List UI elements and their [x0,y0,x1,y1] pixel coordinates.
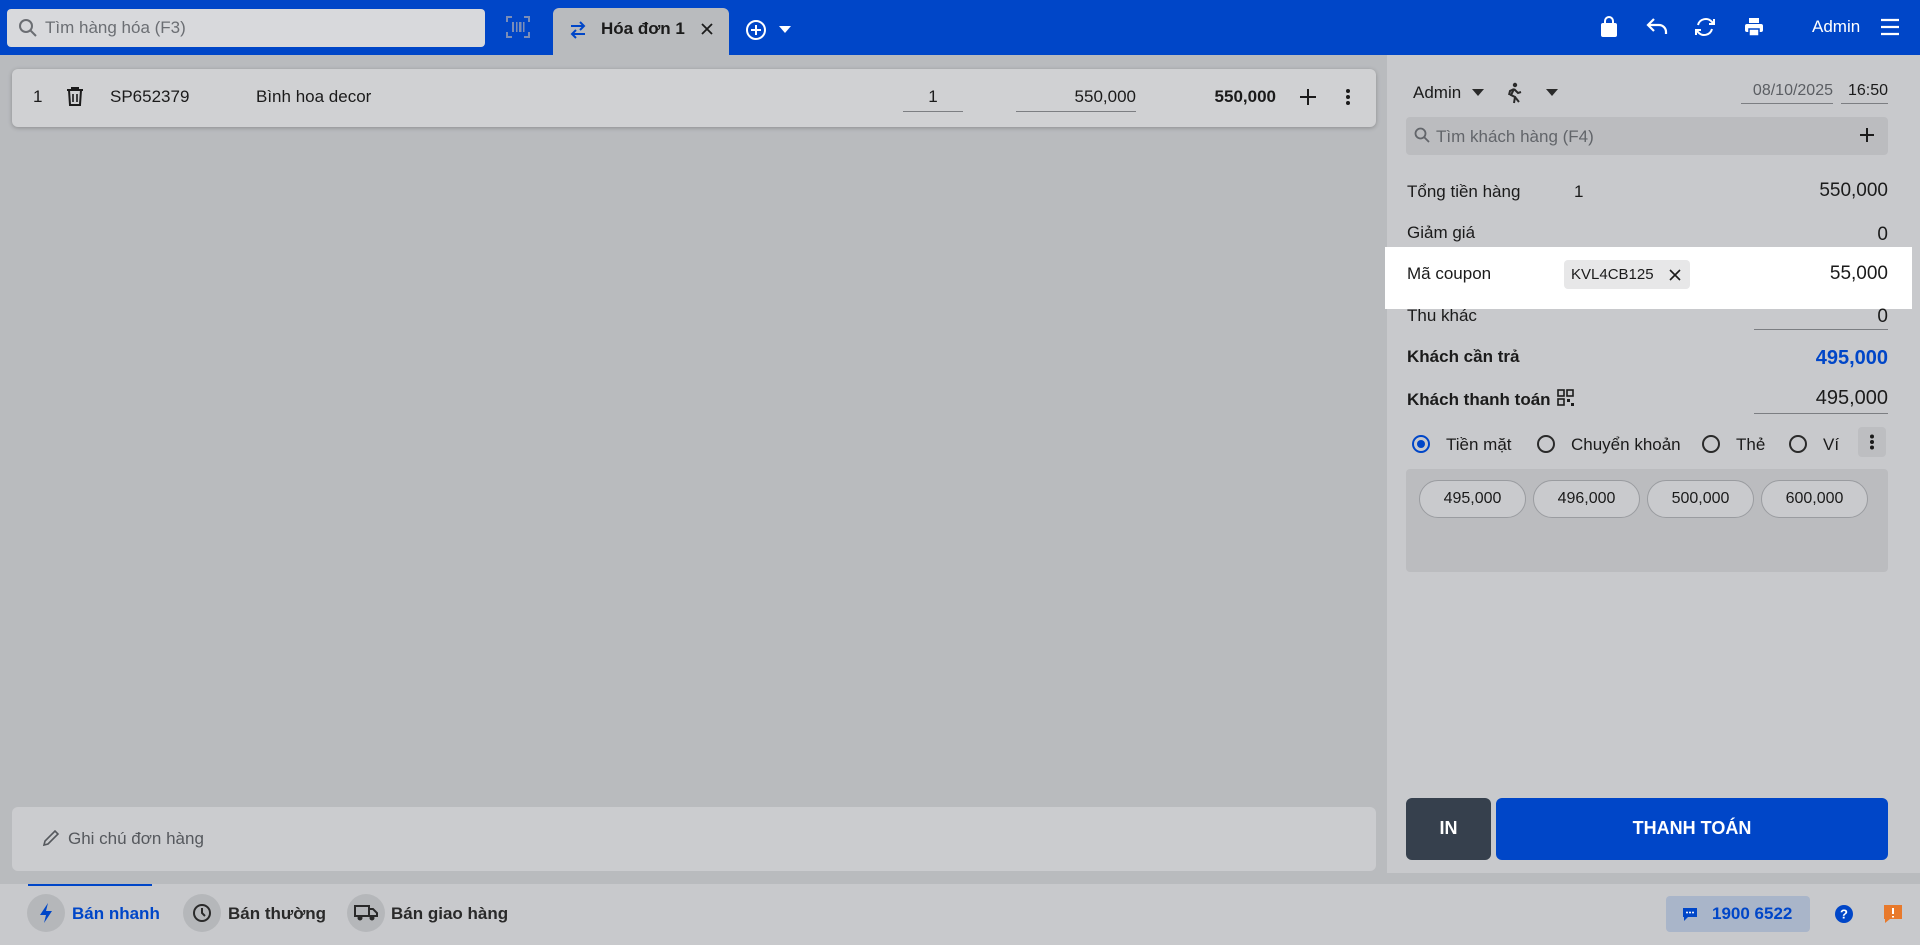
more-vertical-icon [1870,434,1874,450]
trash-icon[interactable] [66,86,84,111]
hotline-number: 1900 6522 [1712,904,1793,923]
tab-title: Hóa đơn 1 [601,19,685,38]
coupon-code: KVL4CB125 [1571,266,1654,283]
chevron-down-icon[interactable] [1472,89,1484,96]
truck-icon[interactable] [347,894,385,932]
order-note-placeholder: Ghi chú đơn hàng [68,829,204,848]
coupon-label: Mã coupon [1407,264,1492,283]
barcode-icon[interactable] [505,15,531,44]
active-mode-indicator [28,884,152,886]
chat-icon [1681,905,1699,928]
checkout-panel [1387,55,1920,873]
radio-transfer[interactable] [1537,435,1555,453]
undo-icon[interactable] [1646,16,1668,41]
radio-cash[interactable] [1412,435,1430,453]
subtotal-count: 1 [1574,182,1584,201]
radio-wallet[interactable] [1789,435,1807,453]
customer-search-placeholder: Tìm khách hàng (F4) [1436,127,1594,146]
line-total: 550,000 [1214,87,1276,106]
close-icon[interactable] [1669,268,1681,285]
qr-code-icon[interactable] [1557,389,1574,411]
radio-card[interactable] [1702,435,1720,453]
product-name: Bình hoa decor [256,87,372,106]
line-index: 1 [33,87,43,106]
lightning-icon[interactable] [27,894,65,932]
discount-value[interactable]: 0 [1877,224,1888,246]
method-wallet-label: Ví [1823,435,1840,454]
customer-paid-underline [1754,413,1888,414]
plus-icon[interactable] [1299,88,1317,111]
method-cash-label: Tiền mặt [1446,435,1512,454]
coupon-value: 55,000 [1829,263,1888,284]
discount-label: Giảm giá [1407,223,1476,242]
close-icon[interactable] [700,21,714,41]
mode-normal-sale[interactable]: Bán thường [228,904,326,924]
refresh-icon[interactable] [1694,16,1716,43]
customer-paid-label: Khách thanh toán [1407,390,1551,409]
tab-invoice-1[interactable]: Hóa đơn 1 [553,8,729,55]
other-fee-label: Thu khác [1407,306,1477,325]
mode-delivery-sale[interactable]: Bán giao hàng [391,904,508,924]
walking-icon[interactable] [1505,82,1523,109]
pay-button[interactable]: THANH TOÁN [1496,798,1888,860]
product-search-input[interactable]: Tìm hàng hóa (F3) [7,9,485,47]
clock-icon[interactable] [183,894,221,932]
method-transfer-label: Chuyển khoản [1571,435,1681,454]
subtotal-label: Tổng tiền hàng [1407,182,1521,201]
pencil-icon [42,829,60,852]
help-icon[interactable]: ? [1834,904,1854,929]
product-search-placeholder: Tìm hàng hóa (F3) [45,18,186,37]
product-code: SP652379 [110,87,190,106]
svg-text:?: ? [1840,907,1848,922]
amount-due-label: Khách cần trả [1407,347,1520,366]
quick-amount-button[interactable]: 495,000 [1419,480,1526,518]
unit-price-input[interactable]: 550,000 [1016,84,1136,112]
coupon-chip: KVL4CB125 [1564,260,1690,289]
more-vertical-icon[interactable] [1345,88,1351,111]
search-icon [18,18,38,43]
menu-icon[interactable] [1880,18,1900,41]
print-button[interactable]: IN [1406,798,1491,860]
customer-search-input[interactable]: Tìm khách hàng (F4) [1406,117,1888,155]
user-name[interactable]: Admin [1812,17,1860,37]
payment-more-button[interactable] [1858,427,1886,457]
order-note-field[interactable]: Ghi chú đơn hàng [12,807,1376,871]
add-customer-icon[interactable] [1858,126,1876,149]
hotline-button[interactable]: 1900 6522 [1666,896,1810,932]
swap-icon[interactable] [568,20,588,45]
chevron-down-icon[interactable] [1546,89,1558,96]
mode-quick-sale[interactable]: Bán nhanh [72,904,160,924]
bag-icon[interactable] [1599,16,1619,43]
customer-paid-value[interactable]: 495,000 [1816,387,1888,410]
search-icon [1414,127,1430,148]
date-field[interactable]: 08/10/2025 [1741,82,1833,104]
quick-amount-button[interactable]: 600,000 [1761,480,1868,518]
subtotal-value: 550,000 [1819,180,1888,201]
method-card-label: Thẻ [1736,435,1766,454]
other-fee-value[interactable]: 0 [1877,306,1888,328]
amount-due-value: 495,000 [1815,347,1888,369]
time-field[interactable]: 16:50 [1841,82,1888,104]
quick-amount-button[interactable]: 496,000 [1533,480,1640,518]
feedback-icon[interactable] [1882,903,1904,930]
other-fee-underline [1754,329,1888,330]
chevron-down-icon[interactable] [779,26,791,33]
quick-amount-button[interactable]: 500,000 [1647,480,1754,518]
order-line-row[interactable]: 1 SP652379 Bình hoa decor 1 550,000 550,… [12,69,1376,127]
print-icon[interactable] [1743,16,1765,43]
quantity-input[interactable]: 1 [903,84,963,112]
seller-select[interactable]: Admin [1413,83,1461,103]
add-circle-icon[interactable] [745,19,767,46]
